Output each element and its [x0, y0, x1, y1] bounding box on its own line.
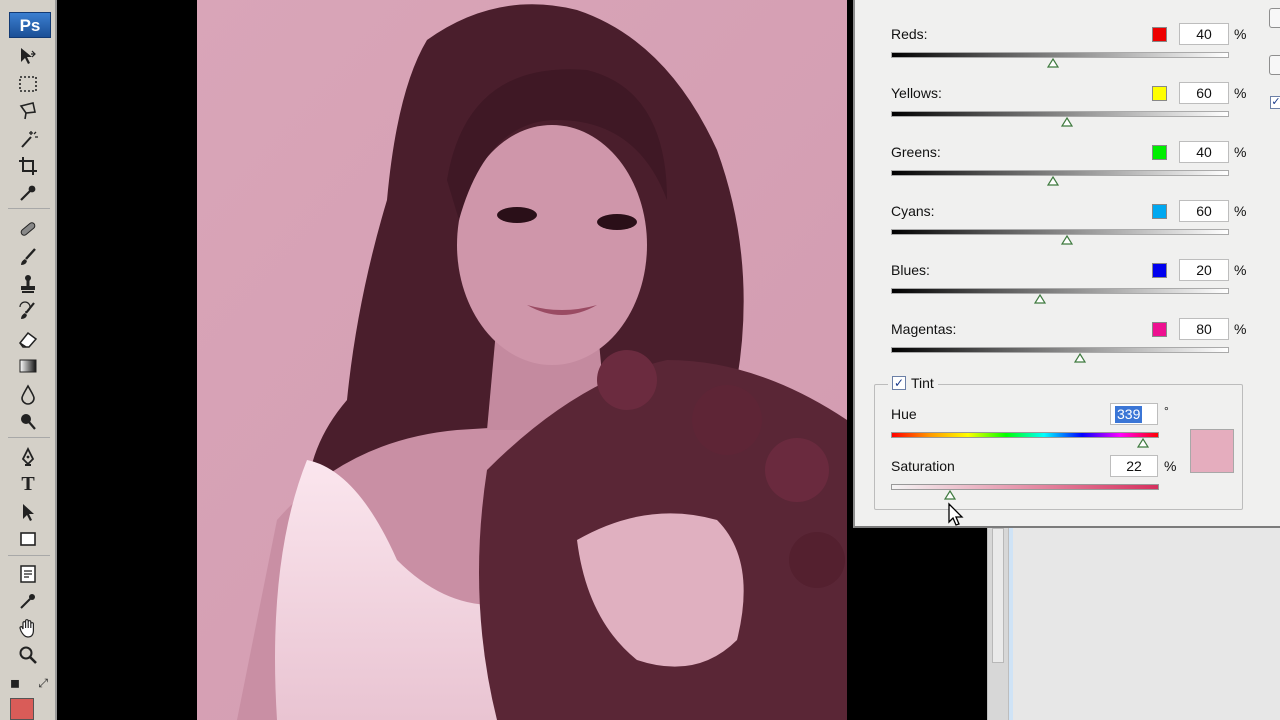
default-colors-icon[interactable]: ◼: [10, 676, 20, 692]
channel-value-input[interactable]: 40: [1179, 23, 1229, 45]
eyedropper-tool-icon[interactable]: [14, 181, 42, 205]
toolbox-divider: [8, 555, 50, 556]
channel-unit: %: [1234, 321, 1247, 337]
history-brush-tool-icon[interactable]: [14, 299, 42, 323]
quick-select-tool-icon[interactable]: [14, 127, 42, 151]
scrollbar-thumb[interactable]: [992, 528, 1004, 663]
panel-scrollbar[interactable]: [987, 528, 1009, 720]
channel-slider-track[interactable]: [891, 288, 1229, 294]
crop-tool-icon[interactable]: [14, 154, 42, 178]
channel-color-swatch: [1152, 86, 1167, 101]
tint-legend: ✓ Tint: [888, 375, 938, 391]
hue-label: Hue: [891, 406, 917, 422]
dialog-ok-button-edge[interactable]: [1269, 8, 1280, 28]
saturation-label: Saturation: [891, 458, 955, 474]
channel-label: Reds:: [891, 26, 928, 42]
panel-area: [987, 528, 1280, 720]
channel-label: Greens:: [891, 144, 941, 160]
channel-color-swatch: [1152, 145, 1167, 160]
eyedropper-sample-tool-icon[interactable]: [14, 589, 42, 613]
preview-checkbox[interactable]: ✓: [1270, 96, 1280, 109]
channel-slider-track[interactable]: [891, 170, 1229, 176]
tinted-portrait-photo: [197, 0, 847, 720]
saturation-input[interactable]: 22: [1110, 455, 1158, 477]
tint-label: Tint: [911, 375, 934, 391]
channel-color-swatch: [1152, 27, 1167, 42]
panel-highlight-strip: [1009, 528, 1013, 720]
channel-color-swatch: [1152, 204, 1167, 219]
channel-value-input[interactable]: 40: [1179, 141, 1229, 163]
channel-label: Cyans:: [891, 203, 935, 219]
pen-tool-icon[interactable]: [14, 445, 42, 469]
channel-slider-thumb[interactable]: [1047, 58, 1060, 68]
channel-unit: %: [1234, 203, 1247, 219]
tint-color-swatch[interactable]: [1190, 429, 1234, 473]
saturation-slider-thumb[interactable]: [943, 490, 956, 500]
healing-brush-tool-icon[interactable]: [14, 217, 42, 241]
swap-colors-icon[interactable]: ⤢: [38, 676, 48, 692]
dialog-button-edge[interactable]: [1269, 55, 1280, 75]
channel-value-input[interactable]: 60: [1179, 82, 1229, 104]
marquee-tool-icon[interactable]: [14, 72, 42, 96]
path-selection-tool-icon[interactable]: [14, 500, 42, 524]
saturation-unit: %: [1164, 458, 1177, 474]
channel-slider-thumb[interactable]: [1060, 235, 1073, 245]
photoshop-logo: Ps: [9, 12, 51, 38]
channel-unit: %: [1234, 85, 1247, 101]
hand-tool-icon[interactable]: [14, 616, 42, 640]
channel-slider-thumb[interactable]: [1033, 294, 1046, 304]
gradient-tool-icon[interactable]: [14, 354, 42, 378]
channel-slider-track[interactable]: [891, 347, 1229, 353]
hue-value: 339: [1115, 406, 1143, 423]
move-tool-icon[interactable]: [14, 44, 42, 68]
color-swap-controls: ◼ ⤢: [10, 676, 48, 692]
channel-slider-track[interactable]: [891, 52, 1229, 58]
type-tool-icon[interactable]: T: [14, 472, 42, 496]
dodge-tool-icon[interactable]: [14, 409, 42, 433]
clone-stamp-tool-icon[interactable]: [14, 272, 42, 296]
channel-label: Magentas:: [891, 321, 957, 337]
document-canvas: [57, 0, 987, 720]
channel-label: Blues:: [891, 262, 930, 278]
black-and-white-dialog: Reds: 40% Yellows: 60% Greens: 40% Cyans: 60% Bl…: [853, 0, 1280, 528]
notes-tool-icon[interactable]: [14, 562, 42, 586]
tint-group: [874, 384, 1243, 510]
tint-checkbox[interactable]: ✓: [892, 376, 906, 390]
foreground-color-swatch[interactable]: [10, 698, 34, 720]
channel-value-input[interactable]: 80: [1179, 318, 1229, 340]
channel-slider-thumb[interactable]: [1047, 176, 1060, 186]
shape-tool-icon[interactable]: [14, 527, 42, 551]
eraser-tool-icon[interactable]: [14, 327, 42, 351]
brush-tool-icon[interactable]: [14, 245, 42, 269]
lasso-tool-icon[interactable]: [14, 99, 42, 123]
hue-input[interactable]: 339: [1110, 403, 1158, 425]
saturation-slider-track[interactable]: [891, 484, 1159, 490]
channel-unit: %: [1234, 144, 1247, 160]
channel-value-input[interactable]: 60: [1179, 200, 1229, 222]
photoshop-window: Ps T ◼ ⤢ Reds: 40 % Yellows: 60 % Greens…: [0, 0, 1280, 720]
toolbox-divider: [8, 208, 50, 209]
mouse-cursor-icon: [947, 502, 965, 528]
zoom-tool-icon[interactable]: [14, 643, 42, 667]
toolbox: Ps T ◼ ⤢: [0, 0, 57, 720]
channel-value-input[interactable]: 20: [1179, 259, 1229, 281]
channel-slider-thumb[interactable]: [1060, 117, 1073, 127]
blur-tool-icon[interactable]: [14, 382, 42, 406]
channel-unit: %: [1234, 262, 1247, 278]
hue-unit: °: [1164, 404, 1169, 418]
channel-slider-thumb[interactable]: [1074, 353, 1087, 363]
channel-unit: %: [1234, 26, 1247, 42]
hue-slider-track[interactable]: [891, 432, 1159, 438]
channel-label: Yellows:: [891, 85, 942, 101]
hue-slider-thumb[interactable]: [1136, 438, 1149, 448]
toolbox-divider: [8, 437, 50, 438]
channel-color-swatch: [1152, 263, 1167, 278]
channel-color-swatch: [1152, 322, 1167, 337]
